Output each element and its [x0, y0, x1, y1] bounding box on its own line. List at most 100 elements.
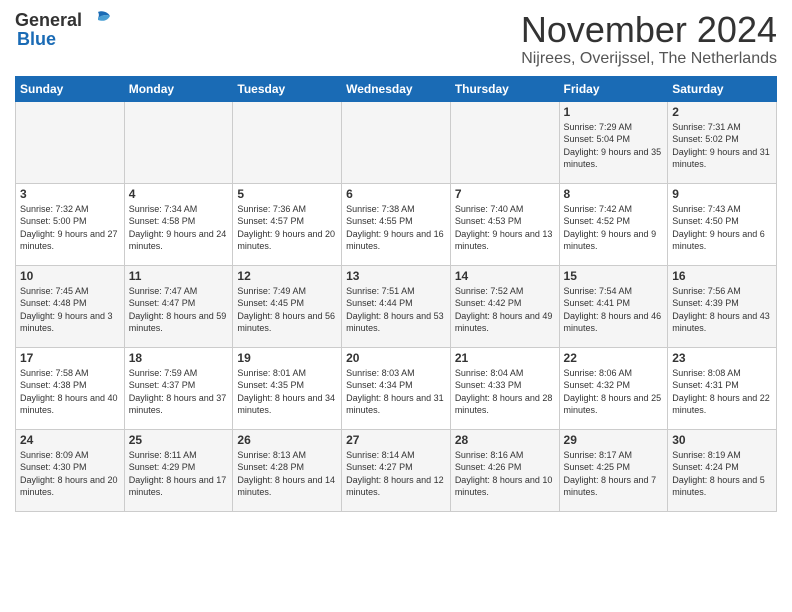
table-row: 22 Sunrise: 8:06 AM Sunset: 4:32 PM Dayli… — [559, 347, 668, 429]
day-info: Sunrise: 8:14 AM Sunset: 4:27 PM Dayligh… — [346, 449, 446, 499]
day-number: 4 — [129, 187, 229, 201]
calendar-week-row: 1 Sunrise: 7:29 AM Sunset: 5:04 PM Daylig… — [16, 101, 777, 183]
day-number: 30 — [672, 433, 772, 447]
day-number: 1 — [564, 105, 664, 119]
day-info: Sunrise: 8:17 AM Sunset: 4:25 PM Dayligh… — [564, 449, 664, 499]
table-row: 26 Sunrise: 8:13 AM Sunset: 4:28 PM Dayli… — [233, 429, 342, 511]
day-number: 23 — [672, 351, 772, 365]
day-info: Sunrise: 7:40 AM Sunset: 4:53 PM Dayligh… — [455, 203, 555, 253]
day-info: Sunrise: 8:13 AM Sunset: 4:28 PM Dayligh… — [237, 449, 337, 499]
day-info: Sunrise: 7:36 AM Sunset: 4:57 PM Dayligh… — [237, 203, 337, 253]
day-info: Sunrise: 7:59 AM Sunset: 4:37 PM Dayligh… — [129, 367, 229, 417]
calendar-table: Sunday Monday Tuesday Wednesday Thursday… — [15, 76, 777, 512]
month-title: November 2024 — [521, 10, 777, 50]
day-number: 12 — [237, 269, 337, 283]
table-row: 25Sunrise: 8:11 AM Sunset: 4:29 PM Dayli… — [124, 429, 233, 511]
day-number: 17 — [20, 351, 120, 365]
table-row: 14 Sunrise: 7:52 AM Sunset: 4:42 PM Dayli… — [450, 265, 559, 347]
table-row: 29 Sunrise: 8:17 AM Sunset: 4:25 PM Dayli… — [559, 429, 668, 511]
day-number: 10 — [20, 269, 120, 283]
day-number: 8 — [564, 187, 664, 201]
day-info: Sunrise: 8:08 AM Sunset: 4:31 PM Dayligh… — [672, 367, 772, 417]
calendar-week-row: 10Sunrise: 7:45 AM Sunset: 4:48 PM Dayli… — [16, 265, 777, 347]
day-number: 9 — [672, 187, 772, 201]
table-row: 21 Sunrise: 8:04 AM Sunset: 4:33 PM Dayli… — [450, 347, 559, 429]
day-info: Sunrise: 8:06 AM Sunset: 4:32 PM Dayligh… — [564, 367, 664, 417]
day-number: 28 — [455, 433, 555, 447]
table-row: 13 Sunrise: 7:51 AM Sunset: 4:44 PM Dayli… — [342, 265, 451, 347]
day-info: Sunrise: 7:38 AM Sunset: 4:55 PM Dayligh… — [346, 203, 446, 253]
day-number: 21 — [455, 351, 555, 365]
table-row: 2 Sunrise: 7:31 AM Sunset: 5:02 PM Daylig… — [668, 101, 777, 183]
table-row: 17 Sunrise: 7:58 AM Sunset: 4:38 PM Dayli… — [16, 347, 125, 429]
location-subtitle: Nijrees, Overijssel, The Netherlands — [521, 50, 777, 68]
table-row: 4 Sunrise: 7:34 AM Sunset: 4:58 PM Daylig… — [124, 183, 233, 265]
day-info: Sunrise: 8:09 AM Sunset: 4:30 PM Dayligh… — [20, 449, 120, 499]
day-info: Sunrise: 7:54 AM Sunset: 4:41 PM Dayligh… — [564, 285, 664, 335]
day-number: 11 — [129, 269, 229, 283]
calendar-header-row: Sunday Monday Tuesday Wednesday Thursday… — [16, 76, 777, 101]
logo-blue-text: Blue — [17, 30, 56, 50]
day-number: 15 — [564, 269, 664, 283]
day-info: Sunrise: 7:52 AM Sunset: 4:42 PM Dayligh… — [455, 285, 555, 335]
table-row — [342, 101, 451, 183]
table-row: 24Sunrise: 8:09 AM Sunset: 4:30 PM Dayli… — [16, 429, 125, 511]
day-info: Sunrise: 8:19 AM Sunset: 4:24 PM Dayligh… — [672, 449, 772, 499]
table-row: 10Sunrise: 7:45 AM Sunset: 4:48 PM Dayli… — [16, 265, 125, 347]
header-sunday: Sunday — [16, 76, 125, 101]
day-info: Sunrise: 7:43 AM Sunset: 4:50 PM Dayligh… — [672, 203, 772, 253]
day-info: Sunrise: 7:31 AM Sunset: 5:02 PM Dayligh… — [672, 121, 772, 171]
table-row — [124, 101, 233, 183]
header-saturday: Saturday — [668, 76, 777, 101]
day-number: 26 — [237, 433, 337, 447]
day-number: 6 — [346, 187, 446, 201]
header-thursday: Thursday — [450, 76, 559, 101]
table-row: 20 Sunrise: 8:03 AM Sunset: 4:34 PM Dayli… — [342, 347, 451, 429]
day-info: Sunrise: 7:56 AM Sunset: 4:39 PM Dayligh… — [672, 285, 772, 335]
page-container: General Blue November 2024 Nijrees, Over… — [0, 0, 792, 522]
header-wednesday: Wednesday — [342, 76, 451, 101]
day-number: 5 — [237, 187, 337, 201]
table-row: 30 Sunrise: 8:19 AM Sunset: 4:24 PM Dayli… — [668, 429, 777, 511]
day-number: 18 — [129, 351, 229, 365]
day-number: 13 — [346, 269, 446, 283]
table-row: 27Sunrise: 8:14 AM Sunset: 4:27 PM Dayli… — [342, 429, 451, 511]
day-info: Sunrise: 7:42 AM Sunset: 4:52 PM Dayligh… — [564, 203, 664, 253]
header-monday: Monday — [124, 76, 233, 101]
header-friday: Friday — [559, 76, 668, 101]
table-row — [450, 101, 559, 183]
day-info: Sunrise: 7:34 AM Sunset: 4:58 PM Dayligh… — [129, 203, 229, 253]
title-section: November 2024 Nijrees, Overijssel, The N… — [521, 10, 777, 68]
table-row: 18 Sunrise: 7:59 AM Sunset: 4:37 PM Dayli… — [124, 347, 233, 429]
table-row: 11Sunrise: 7:47 AM Sunset: 4:47 PM Dayli… — [124, 265, 233, 347]
day-info: Sunrise: 8:11 AM Sunset: 4:29 PM Dayligh… — [129, 449, 229, 499]
table-row: 23 Sunrise: 8:08 AM Sunset: 4:31 PM Dayli… — [668, 347, 777, 429]
day-number: 20 — [346, 351, 446, 365]
day-info: Sunrise: 7:49 AM Sunset: 4:45 PM Dayligh… — [237, 285, 337, 335]
header: General Blue November 2024 Nijrees, Over… — [15, 10, 777, 68]
day-number: 2 — [672, 105, 772, 119]
table-row: 7Sunrise: 7:40 AM Sunset: 4:53 PM Daylig… — [450, 183, 559, 265]
table-row: 28Sunrise: 8:16 AM Sunset: 4:26 PM Dayli… — [450, 429, 559, 511]
table-row: 12 Sunrise: 7:49 AM Sunset: 4:45 PM Dayli… — [233, 265, 342, 347]
day-number: 22 — [564, 351, 664, 365]
header-tuesday: Tuesday — [233, 76, 342, 101]
day-info: Sunrise: 7:58 AM Sunset: 4:38 PM Dayligh… — [20, 367, 120, 417]
day-info: Sunrise: 7:29 AM Sunset: 5:04 PM Dayligh… — [564, 121, 664, 171]
logo-general-text: General — [15, 11, 82, 31]
calendar-week-row: 3Sunrise: 7:32 AM Sunset: 5:00 PM Daylig… — [16, 183, 777, 265]
table-row: 19Sunrise: 8:01 AM Sunset: 4:35 PM Dayli… — [233, 347, 342, 429]
day-info: Sunrise: 8:01 AM Sunset: 4:35 PM Dayligh… — [237, 367, 337, 417]
day-info: Sunrise: 8:04 AM Sunset: 4:33 PM Dayligh… — [455, 367, 555, 417]
table-row — [16, 101, 125, 183]
calendar-week-row: 24Sunrise: 8:09 AM Sunset: 4:30 PM Dayli… — [16, 429, 777, 511]
day-number: 14 — [455, 269, 555, 283]
logo-bird-icon — [84, 10, 112, 32]
table-row: 15 Sunrise: 7:54 AM Sunset: 4:41 PM Dayli… — [559, 265, 668, 347]
table-row: 3Sunrise: 7:32 AM Sunset: 5:00 PM Daylig… — [16, 183, 125, 265]
day-info: Sunrise: 7:51 AM Sunset: 4:44 PM Dayligh… — [346, 285, 446, 335]
calendar-week-row: 17 Sunrise: 7:58 AM Sunset: 4:38 PM Dayli… — [16, 347, 777, 429]
day-number: 29 — [564, 433, 664, 447]
day-info: Sunrise: 8:03 AM Sunset: 4:34 PM Dayligh… — [346, 367, 446, 417]
table-row: 6 Sunrise: 7:38 AM Sunset: 4:55 PM Daylig… — [342, 183, 451, 265]
